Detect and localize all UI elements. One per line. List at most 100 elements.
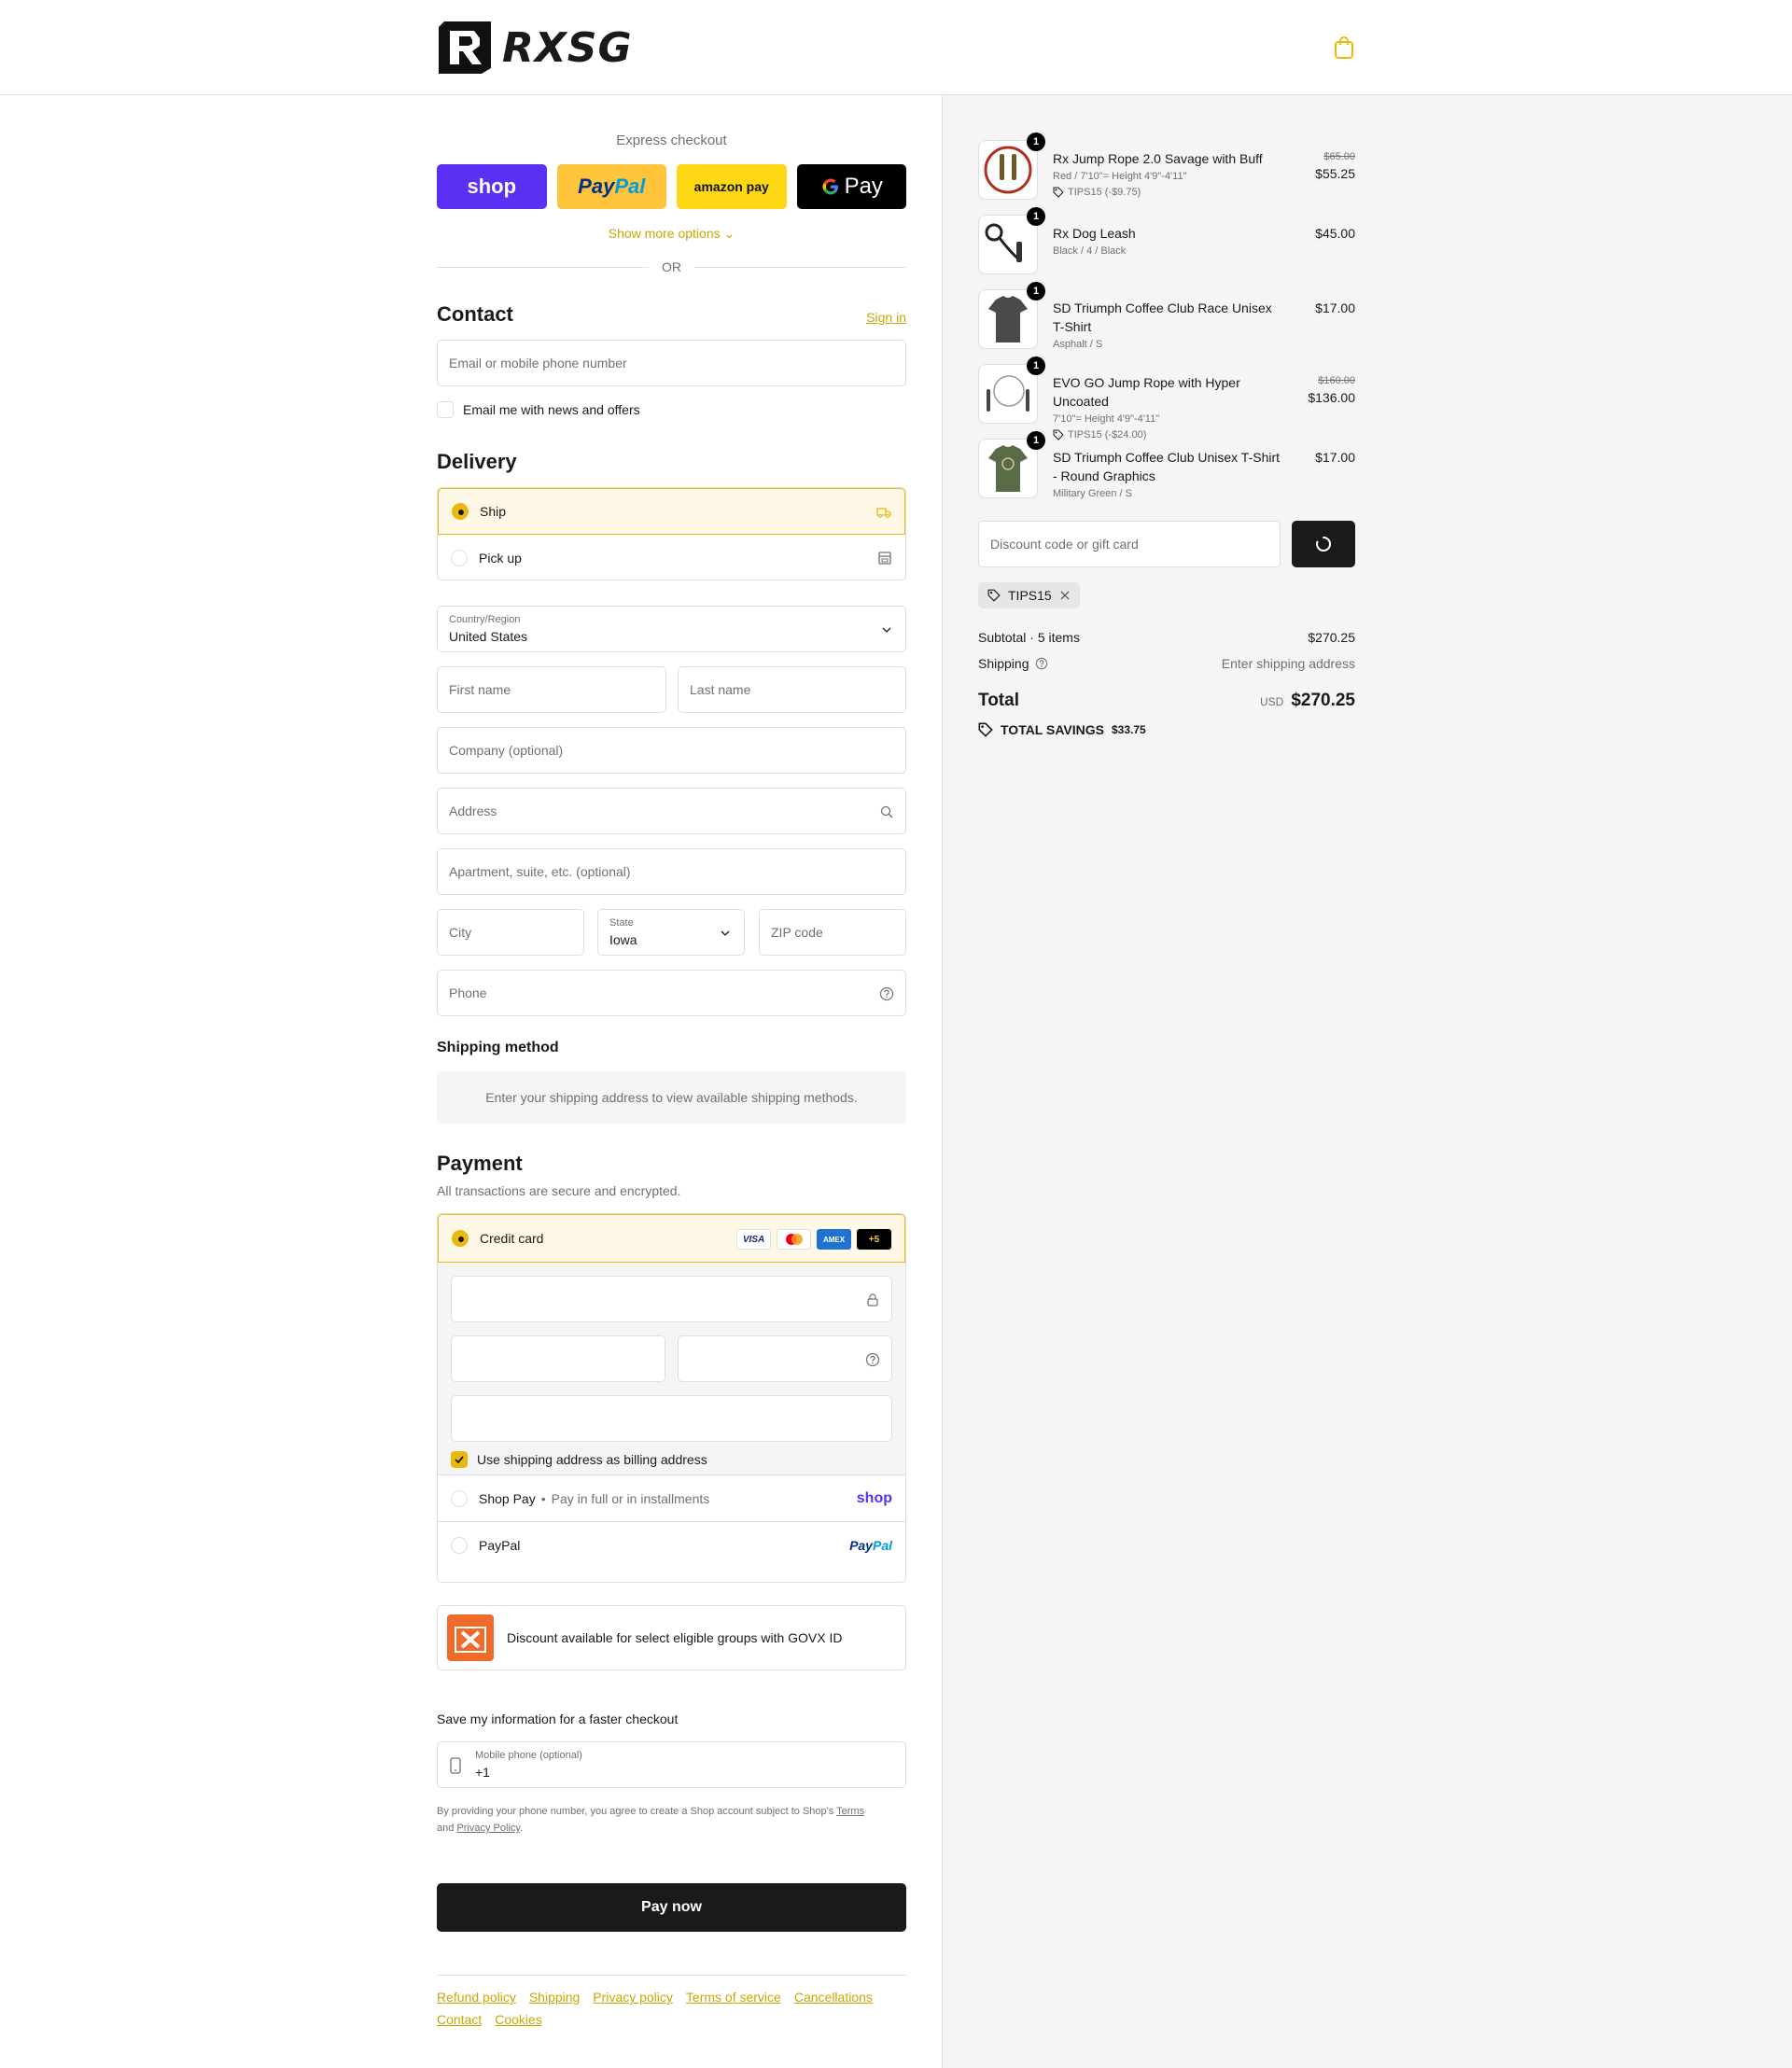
address-field[interactable]: Address xyxy=(437,788,906,834)
card-name-field[interactable] xyxy=(451,1395,892,1442)
billing-same-row[interactable]: Use shipping address as billing address xyxy=(451,1451,707,1468)
tag-icon xyxy=(978,722,993,737)
savings-label: TOTAL SAVINGS xyxy=(1001,722,1104,737)
shop-pay-radio[interactable] xyxy=(451,1489,468,1507)
visa-icon: VISA xyxy=(736,1229,771,1250)
amazon-pay-label: amazon pay xyxy=(693,179,769,194)
phone-field[interactable]: Phone xyxy=(437,970,906,1016)
close-icon[interactable] xyxy=(1059,590,1071,601)
refund-policy-link[interactable]: Refund policy xyxy=(437,1990,516,2005)
loading-spinner-icon xyxy=(1316,536,1332,552)
country-value: United States xyxy=(449,629,528,644)
billing-same-checkbox[interactable] xyxy=(451,1451,468,1468)
product-thumbnail xyxy=(978,364,1038,424)
tag-icon xyxy=(987,589,1001,602)
shopping-bag-icon[interactable] xyxy=(1333,35,1355,60)
savings-value: $33.75 xyxy=(1111,723,1146,736)
paypal-label-b: Pal xyxy=(614,175,646,198)
lock-icon xyxy=(867,1293,878,1306)
ship-option[interactable]: Ship xyxy=(438,488,905,535)
card-number-field[interactable] xyxy=(451,1276,892,1322)
item-price: $45.00 xyxy=(1315,226,1355,241)
or-label: OR xyxy=(662,259,681,274)
privacy-policy-footer-link[interactable]: Privacy policy xyxy=(593,1990,673,2005)
dog-leash-image xyxy=(985,223,1022,262)
mastercard-icon xyxy=(777,1229,811,1250)
zip-field[interactable]: ZIP code xyxy=(759,909,906,956)
amex-icon: AMEX xyxy=(817,1229,851,1250)
news-checkbox-row[interactable]: Email me with news and offers xyxy=(437,401,640,418)
city-placeholder: City xyxy=(449,925,472,940)
help-icon[interactable] xyxy=(1035,657,1048,670)
payment-title: Payment xyxy=(437,1152,523,1175)
country-select[interactable]: Country/Region United States xyxy=(437,606,906,652)
google-pay-button[interactable]: Pay xyxy=(796,164,906,209)
apply-discount-button[interactable] xyxy=(1292,521,1355,567)
paypal-button[interactable]: Pay Pal xyxy=(556,164,666,209)
check-icon xyxy=(455,1456,464,1464)
company-field[interactable]: Company (optional) xyxy=(437,727,906,774)
item-price: $55.25 xyxy=(1315,166,1355,181)
chevron-down-icon xyxy=(882,627,891,633)
chevron-down-icon: ⌄ xyxy=(723,226,735,241)
shop-pay-logo: shop xyxy=(856,1489,892,1506)
state-label: State xyxy=(609,917,634,929)
shipping-link[interactable]: Shipping xyxy=(529,1990,581,2005)
product-thumbnail xyxy=(978,289,1038,349)
cancellations-link[interactable]: Cancellations xyxy=(794,1990,873,2005)
cookies-link[interactable]: Cookies xyxy=(495,2012,542,2027)
state-value: Iowa xyxy=(609,932,637,947)
ship-radio[interactable] xyxy=(452,503,469,520)
paypal-radio[interactable] xyxy=(451,1537,468,1554)
product-thumbnail xyxy=(978,215,1038,274)
email-field[interactable]: Email or mobile phone number xyxy=(437,340,906,386)
total-value: $270.25 xyxy=(1291,691,1355,710)
card-expiry-field[interactable] xyxy=(451,1335,665,1382)
shipping-method-title: Shipping method xyxy=(437,1040,559,1055)
product-thumbnail xyxy=(978,439,1038,498)
item-old-price: $160.00 xyxy=(1318,375,1355,386)
privacy-policy-link[interactable]: Privacy Policy xyxy=(456,1823,520,1834)
terms-link[interactable]: Terms xyxy=(836,1806,864,1817)
item-variant: Asphalt / S xyxy=(1053,339,1103,350)
credit-card-radio[interactable] xyxy=(452,1230,469,1247)
help-icon[interactable] xyxy=(879,986,894,1001)
tag-icon xyxy=(1053,429,1064,440)
shop-pay-button[interactable]: shop xyxy=(437,164,547,209)
first-name-field[interactable]: First name xyxy=(437,666,666,713)
credit-card-option[interactable]: Credit card VISA AMEX +5 xyxy=(438,1214,905,1263)
total-savings: TOTAL SAVINGS $33.75 xyxy=(978,722,1146,737)
card-logos: VISA AMEX +5 xyxy=(736,1229,891,1250)
billing-same-label: Use shipping address as billing address xyxy=(477,1452,707,1467)
amazon-pay-button[interactable]: amazon pay xyxy=(677,164,787,209)
mobile-phone-field[interactable]: Mobile phone (optional) +1 xyxy=(437,1741,906,1788)
footer-divider xyxy=(437,1975,906,1976)
pay-now-button[interactable]: Pay now xyxy=(437,1883,906,1932)
legal-and: and xyxy=(437,1823,455,1834)
paypal-option[interactable]: PayPal PayPal xyxy=(438,1522,905,1569)
address-placeholder: Address xyxy=(449,803,497,818)
show-more-options-link[interactable]: Show more options ⌄ xyxy=(437,226,906,242)
discount-code-field[interactable]: Discount code or gift card xyxy=(978,521,1281,567)
terms-of-service-link[interactable]: Terms of service xyxy=(686,1990,781,2005)
shop-pay-option[interactable]: Shop Pay • Pay in full or in installment… xyxy=(438,1475,905,1522)
card-cvv-field[interactable] xyxy=(678,1335,892,1382)
state-select[interactable]: State Iowa xyxy=(597,909,745,956)
last-name-field[interactable]: Last name xyxy=(678,666,906,713)
pickup-radio[interactable] xyxy=(451,550,468,566)
header: RXSG xyxy=(0,0,1792,95)
help-icon[interactable] xyxy=(865,1352,880,1367)
apartment-field[interactable]: Apartment, suite, etc. (optional) xyxy=(437,848,906,895)
express-checkout-title: Express checkout xyxy=(616,133,727,148)
sign-in-link[interactable]: Sign in xyxy=(866,310,906,325)
shop-pay-label: shop xyxy=(467,175,517,198)
item-name: SD Triumph Coffee Club Unisex T-Shirt - … xyxy=(1053,450,1281,483)
item-discount-label: TIPS15 (-$9.75) xyxy=(1068,187,1141,198)
news-checkbox[interactable] xyxy=(437,401,454,418)
govx-banner[interactable]: Discount available for select eligible g… xyxy=(437,1605,906,1670)
city-field[interactable]: City xyxy=(437,909,584,956)
pickup-option[interactable]: Pick up xyxy=(438,535,905,580)
contact-link[interactable]: Contact xyxy=(437,2012,482,2027)
brand-name: RXSG xyxy=(502,23,633,72)
brand-logo[interactable]: RXSG xyxy=(437,20,633,76)
